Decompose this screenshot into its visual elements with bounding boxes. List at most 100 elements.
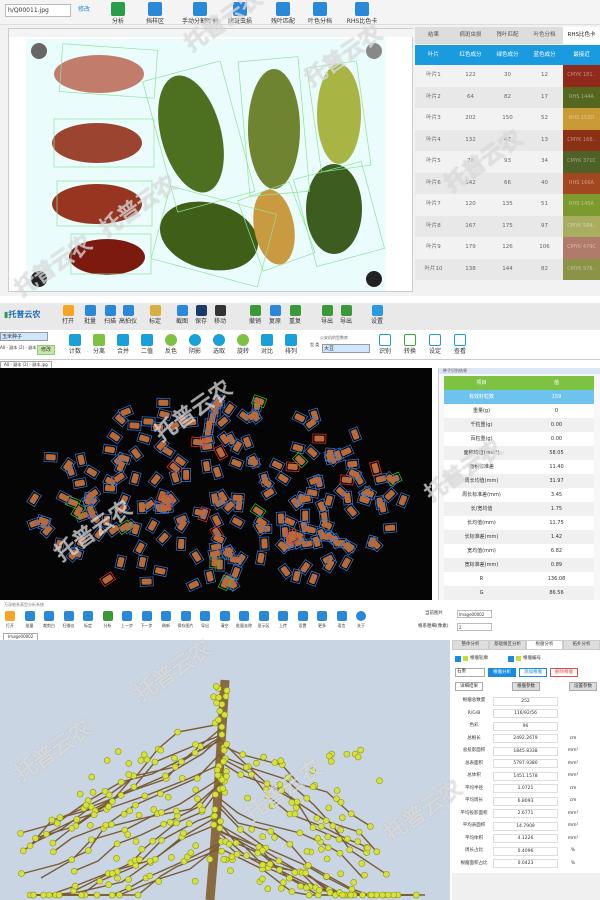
root-toolbar-button-14[interactable]: 上传: [274, 611, 292, 628]
seed-tool-5[interactable]: 阴影: [185, 334, 205, 355]
seed-tool2-3[interactable]: 查看: [450, 334, 470, 355]
table-row[interactable]: 周长均值(mm) 31.97: [444, 474, 594, 488]
edit-link[interactable]: 修改: [78, 6, 90, 14]
seed-tool-6[interactable]: 选取: [209, 334, 229, 355]
table-row[interactable]: G 86.56: [444, 586, 594, 600]
param-value[interactable]: 14.7909: [493, 821, 558, 831]
table-row[interactable]: 千粒重(g) 0.00: [444, 418, 594, 432]
delete-nodule-button[interactable]: 删除根瘤: [550, 668, 578, 677]
panel-tab-2[interactable]: 根瘤分析: [526, 640, 563, 650]
root-image-canvas[interactable]: [0, 640, 450, 900]
seed-tool-0[interactable]: 计数: [65, 334, 85, 355]
root-toolbar-button-3[interactable]: 扫描仪: [60, 611, 78, 628]
seed-tool-3[interactable]: 二值: [137, 334, 157, 355]
panel-tab-0[interactable]: 整体分析: [452, 640, 489, 650]
toolbar-button-5[interactable]: 叶色分档: [300, 2, 340, 25]
toolbar-button-6[interactable]: RHS比色卡: [342, 2, 382, 25]
seed-tool-2[interactable]: 合并: [113, 334, 133, 355]
seed-toolbar-button-0[interactable]: 打开: [58, 305, 78, 325]
param-value[interactable]: 5797.9380: [493, 759, 558, 769]
checkbox-icon[interactable]: [508, 655, 514, 662]
seed-tool2-1[interactable]: 转换: [400, 334, 420, 355]
param-value[interactable]: 2.6771: [493, 809, 558, 819]
root-toolbar-button-7[interactable]: 下一步: [138, 611, 156, 628]
seed-toolbar-button-6[interactable]: 保存: [191, 305, 211, 325]
param-value[interactable]: 252: [493, 696, 558, 706]
param-value[interactable]: 1.0721: [493, 784, 558, 794]
tab-4[interactable]: RHS比色卡: [563, 27, 600, 44]
root-toolbar-button-16[interactable]: 更多: [313, 611, 331, 628]
param-value[interactable]: 1451.1578: [493, 771, 558, 781]
toolbar-button-0[interactable]: 分析: [98, 2, 138, 25]
table-row[interactable]: 叶片10 138 144 82 CMYK 576..: [415, 258, 600, 280]
nodule-analyze-button[interactable]: 根瘤分析: [488, 668, 516, 677]
root-toolbar-button-18[interactable]: 关于: [352, 611, 370, 628]
table-row[interactable]: 周长标准差(mm) 3.45: [444, 488, 594, 502]
root-toolbar-button-10[interactable]: 导出: [196, 611, 214, 628]
root-toolbar-button-5[interactable]: 分析: [99, 611, 117, 628]
seed-toolbar-button-11[interactable]: 导出: [317, 305, 337, 325]
seed-tool-8[interactable]: 对比: [257, 334, 277, 355]
root-toolbar-button-0[interactable]: 打开: [1, 611, 19, 628]
table-row[interactable]: 面积均值(mm²) 58.05: [444, 446, 594, 460]
param-value[interactable]: 116/92/56: [493, 709, 558, 719]
table-row[interactable]: 百粒重(g) 0.00: [444, 432, 594, 446]
seed-tool-9[interactable]: 排列: [281, 334, 301, 355]
root-toolbar-button-13[interactable]: 显示区: [255, 611, 273, 628]
seed-toolbar-button-5[interactable]: 截图: [172, 305, 192, 325]
root-toolbar-button-4[interactable]: 标定: [79, 611, 97, 628]
table-row[interactable]: 叶片2 64 82 17 RHS 144A: [415, 86, 600, 108]
table-row[interactable]: 叶片5 78 93 34 CMYK 371C: [415, 151, 600, 173]
set-params-button[interactable]: 设置参数: [569, 682, 597, 691]
type-select[interactable]: 石墨: [455, 668, 485, 677]
checkbox-1[interactable]: 根瘤编号: [508, 655, 541, 662]
grade-select[interactable]: 2: [457, 623, 492, 631]
seed-toolbar-button-10[interactable]: 重复: [285, 305, 305, 325]
seed-toolbar-button-12[interactable]: 导出: [336, 305, 356, 325]
param-value[interactable]: 6.8093: [493, 796, 558, 806]
tab-2[interactable]: 残叶匹配: [489, 27, 526, 44]
seed-tool-7[interactable]: 旋转: [233, 334, 253, 355]
root-toolbar-button-8[interactable]: 刷新: [157, 611, 175, 628]
table-row[interactable]: 长均值(mm) 11.75: [444, 516, 594, 530]
tab-3[interactable]: 叶色分档: [526, 27, 563, 44]
add-nodule-button[interactable]: 添加根瘤: [519, 668, 547, 677]
param-value[interactable]: 0.4096: [493, 846, 558, 856]
root-toolbar-button-12[interactable]: 批量去除: [235, 611, 253, 628]
toolbar-button-2[interactable]: 手动分割叶柄: [180, 2, 220, 25]
toolbar-button-4[interactable]: 残叶匹配: [263, 2, 303, 25]
table-row[interactable]: R 136.08: [444, 572, 594, 586]
edit-button[interactable]: 修改: [37, 345, 56, 355]
checkbox-icon[interactable]: [455, 655, 461, 662]
table-row[interactable]: 宽均值(mm) 6.82: [444, 544, 594, 558]
root-toolbar-button-1[interactable]: 批量: [21, 611, 39, 628]
toolbar-button-1[interactable]: 挡样区: [135, 2, 175, 25]
seed-tool2-0[interactable]: 识别: [375, 334, 395, 355]
seed-toolbar-button-7[interactable]: 移动: [210, 305, 230, 325]
seed-tool-1[interactable]: 分离: [89, 334, 109, 355]
seed-toolbar-button-9[interactable]: 复原: [265, 305, 285, 325]
seed-toolbar-button-4[interactable]: 标定: [145, 305, 165, 325]
table-row[interactable]: 叶片9 179 126 106 CMYK 479C: [415, 237, 600, 259]
file-name-input[interactable]: h/Q00011.jpg: [5, 4, 71, 17]
seed-image-canvas[interactable]: [0, 368, 432, 600]
panel-tab-3[interactable]: 拓扑分析: [563, 640, 600, 650]
table-row[interactable]: 宽标准差(mm) 0.89: [444, 558, 594, 572]
seed-toolbar-button-3[interactable]: 高拍仪: [118, 305, 138, 325]
seed-toolbar-button-13[interactable]: 设置: [367, 305, 387, 325]
table-row[interactable]: 叶片4 132 47 13 CMYK 168..: [415, 129, 600, 151]
seed-toolbar-button-2[interactable]: 扫描: [100, 305, 120, 325]
tab-0[interactable]: 结果: [415, 27, 452, 44]
model-select[interactable]: 大豆: [322, 344, 370, 353]
root-toolbar-button-11[interactable]: 清空: [216, 611, 234, 628]
root-toolbar-button-17[interactable]: 语言: [333, 611, 351, 628]
root-toolbar-button-15[interactable]: 设置: [294, 611, 312, 628]
param-value[interactable]: 0.0423: [493, 859, 558, 869]
current-image-select[interactable]: Image00002: [457, 610, 492, 618]
nodule-params-button[interactable]: 根瘤参数: [512, 682, 540, 691]
table-row[interactable]: 有效籽粒数 159: [444, 390, 594, 404]
table-row[interactable]: 叶片1 122 30 12 CMYK 181..: [415, 65, 600, 87]
table-row[interactable]: 长标准差(mm) 1.42: [444, 530, 594, 544]
table-row[interactable]: 叶片8 167 175 97 CMYK 584..: [415, 215, 600, 237]
root-toolbar-button-6[interactable]: 上一步: [118, 611, 136, 628]
